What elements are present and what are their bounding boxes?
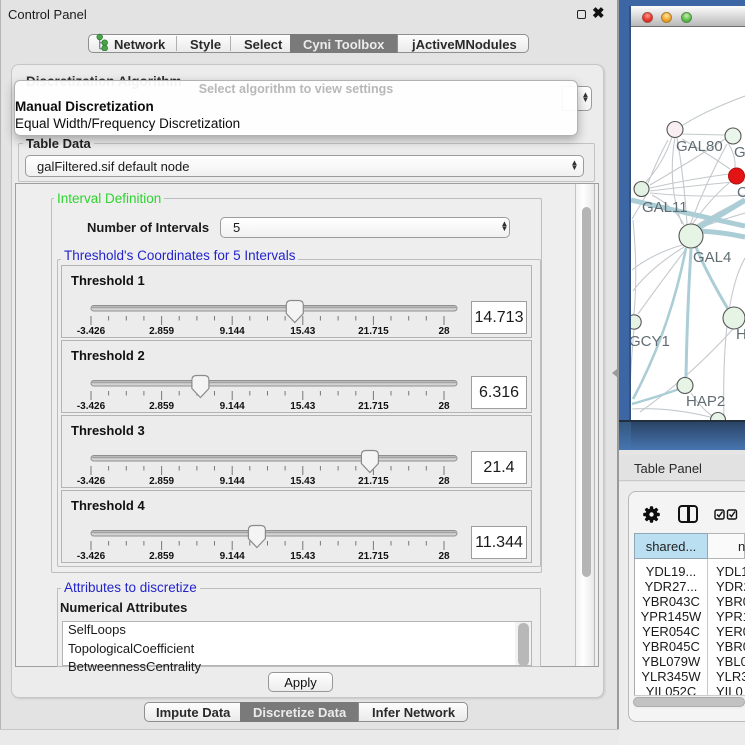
- svg-text:-3.426: -3.426: [77, 326, 106, 337]
- svg-text:-3.426: -3.426: [77, 551, 106, 562]
- svg-text:15.43: 15.43: [290, 326, 315, 337]
- svg-text:GCY1: GCY1: [631, 333, 670, 350]
- svg-text:9.144: 9.144: [220, 326, 245, 337]
- svg-text:9.144: 9.144: [220, 401, 245, 412]
- svg-text:9.144: 9.144: [220, 551, 245, 562]
- svg-text:21.715: 21.715: [358, 326, 389, 337]
- svg-text:2.859: 2.859: [149, 476, 174, 487]
- svg-text:28: 28: [438, 551, 450, 562]
- svg-text:2.859: 2.859: [149, 326, 174, 337]
- svg-text:2.859: 2.859: [149, 401, 174, 412]
- svg-text:28: 28: [438, 476, 450, 487]
- svg-text:2.859: 2.859: [149, 551, 174, 562]
- svg-text:HAP2: HAP2: [686, 393, 725, 410]
- svg-text:15.43: 15.43: [290, 401, 315, 412]
- svg-text:GAL4: GAL4: [693, 249, 731, 266]
- svg-text:GAL11: GAL11: [642, 199, 688, 216]
- svg-text:21.715: 21.715: [358, 401, 389, 412]
- svg-text:GA: GA: [734, 144, 745, 161]
- svg-text:21.715: 21.715: [358, 551, 389, 562]
- svg-text:-3.426: -3.426: [77, 401, 106, 412]
- svg-text:9.144: 9.144: [220, 476, 245, 487]
- svg-text:GAL80: GAL80: [676, 138, 723, 155]
- svg-text:15.43: 15.43: [290, 476, 315, 487]
- svg-text:28: 28: [438, 326, 450, 337]
- svg-text:H: H: [736, 326, 745, 343]
- svg-text:C: C: [737, 184, 745, 201]
- svg-text:15.43: 15.43: [290, 551, 315, 562]
- svg-text:28: 28: [438, 401, 450, 412]
- svg-text:-3.426: -3.426: [77, 476, 106, 487]
- svg-text:21.715: 21.715: [358, 476, 389, 487]
